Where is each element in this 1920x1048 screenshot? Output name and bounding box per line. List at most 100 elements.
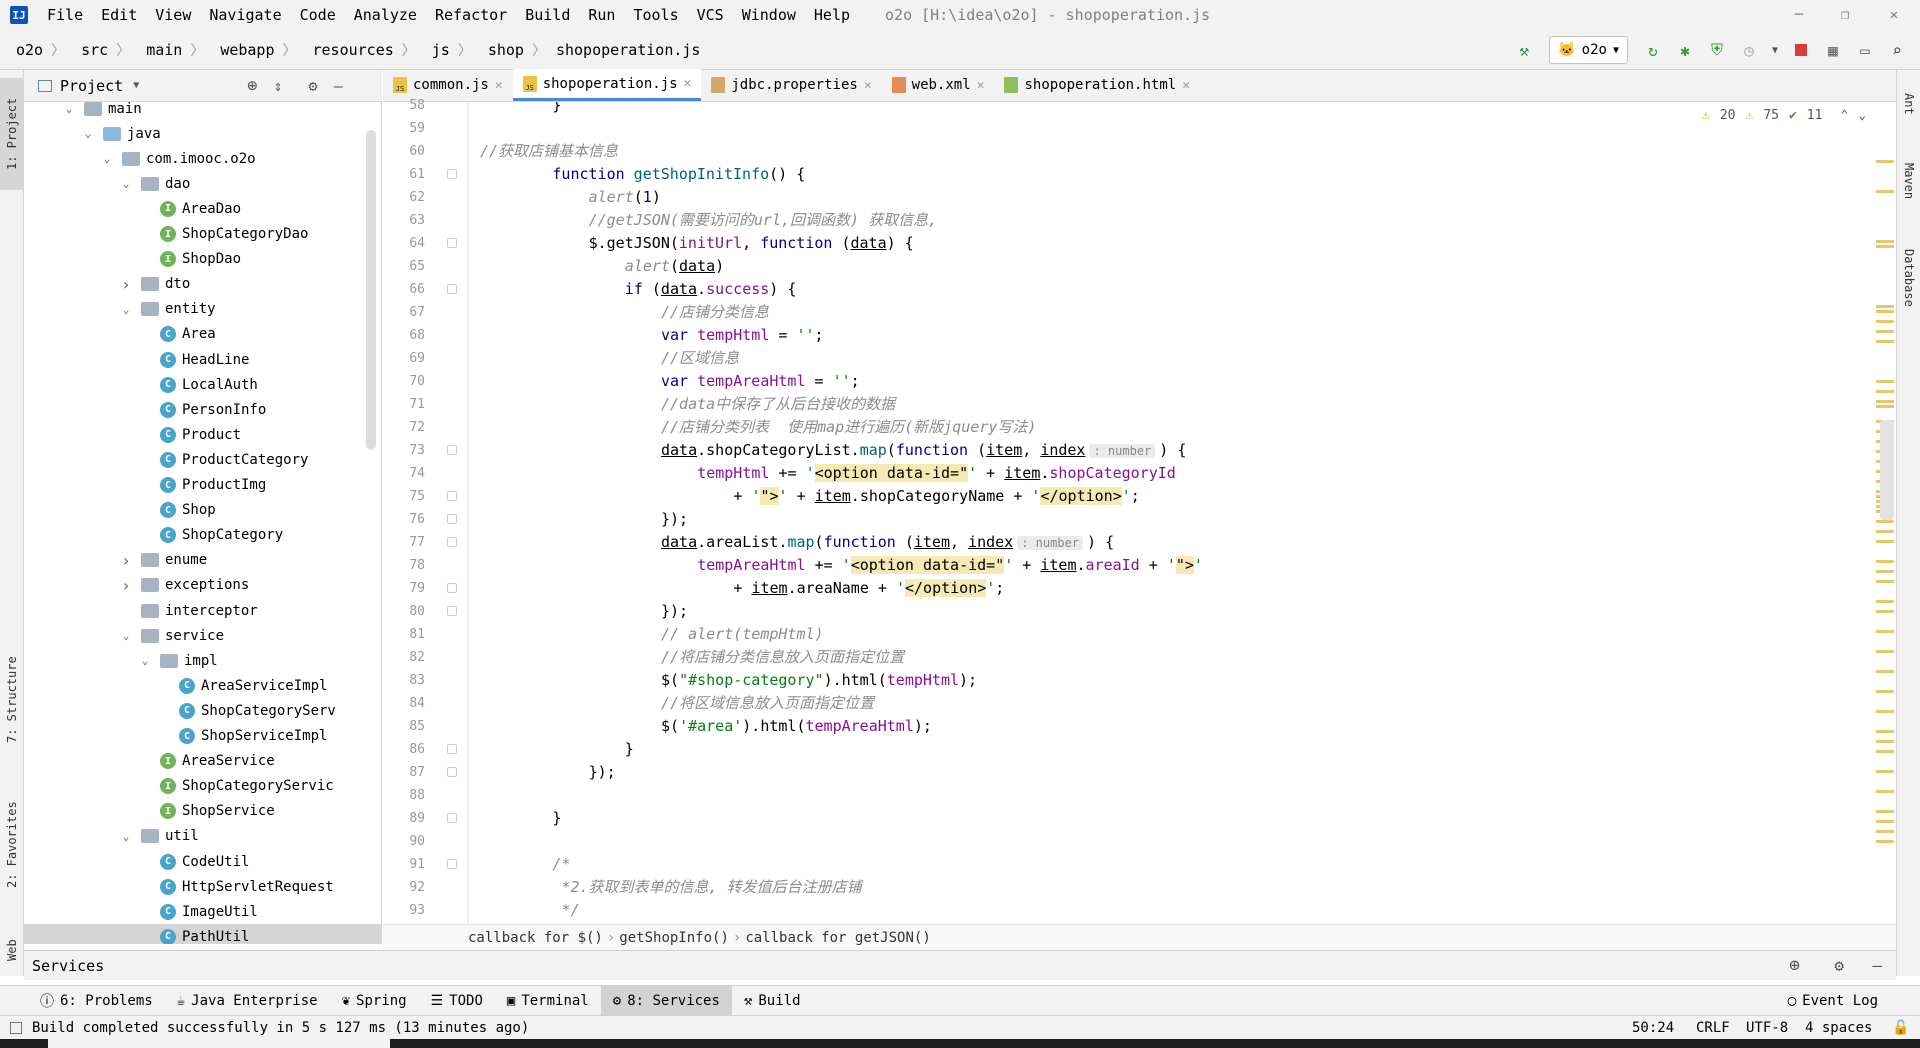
- hide-panel-icon[interactable]: —: [334, 77, 343, 95]
- editor-tab[interactable]: jdbc.properties ✕: [701, 69, 881, 101]
- error-stripe-mark[interactable]: [1876, 600, 1894, 603]
- fold-marker-icon[interactable]: [447, 514, 457, 524]
- error-stripe-mark[interactable]: [1876, 560, 1894, 563]
- error-stripe-mark[interactable]: [1876, 570, 1894, 573]
- editor-breadcrumb-item[interactable]: callback for getJSON(): [745, 930, 930, 946]
- breadcrumb-item[interactable]: shop: [472, 41, 524, 59]
- breadcrumb-item[interactable]: js: [416, 41, 450, 59]
- tree-item[interactable]: I ShopCategoryDao: [138, 222, 308, 247]
- close-tab-icon[interactable]: ✕: [977, 78, 985, 93]
- menu-item-analyze[interactable]: Analyze: [345, 6, 426, 24]
- error-stripe-mark[interactable]: [1876, 710, 1894, 713]
- inspection-widget[interactable]: ⚠ 20 ⚠ 75 ✔ 11 ⌃ ⌄: [1668, 102, 1896, 128]
- tree-item[interactable]: ⌄ com.imooc.o2o: [100, 146, 256, 171]
- error-stripe-mark[interactable]: [1876, 245, 1894, 248]
- code-editor[interactable]: }//获取店铺基本信息 function getShopInitInfo() {a…: [468, 102, 1668, 924]
- chevron-right-icon[interactable]: ›: [119, 576, 133, 595]
- previous-highlight-icon[interactable]: ⌃: [1840, 108, 1848, 123]
- caret-position[interactable]: 50:24: [1632, 1020, 1674, 1036]
- error-stripe-mark[interactable]: [1876, 840, 1894, 843]
- editor-breadcrumb-item[interactable]: callback for $(): [468, 930, 603, 946]
- project-tool-tab[interactable]: 1: Project: [0, 78, 24, 190]
- breadcrumb-item[interactable]: o2o: [0, 41, 43, 59]
- event-log-button[interactable]: ◯ Event Log: [1776, 986, 1890, 1016]
- next-highlight-icon[interactable]: ⌄: [1858, 108, 1866, 123]
- tree-item[interactable]: C Product: [138, 422, 241, 447]
- menu-item-code[interactable]: Code: [291, 6, 345, 24]
- error-stripe-mark[interactable]: [1876, 305, 1894, 308]
- menu-item-file[interactable]: File: [38, 6, 92, 24]
- error-stripe-mark[interactable]: [1876, 240, 1894, 243]
- menu-item-run[interactable]: Run: [579, 6, 624, 24]
- close-tab-icon[interactable]: ✕: [684, 76, 692, 91]
- build-hammer-icon[interactable]: ⚒: [1511, 37, 1537, 63]
- project-view-chevron-icon[interactable]: ▼: [133, 80, 139, 91]
- chevron-down-icon[interactable]: ⌄: [62, 102, 76, 115]
- error-stripe-mark[interactable]: [1876, 670, 1894, 673]
- breadcrumb-item[interactable]: shopoperation.js: [546, 41, 701, 59]
- database-tool-tab[interactable]: Database: [1897, 230, 1920, 326]
- tree-item[interactable]: ⌄ dao: [119, 171, 191, 196]
- fold-marker-icon[interactable]: [447, 537, 457, 547]
- error-stripe-mark[interactable]: [1876, 790, 1894, 793]
- error-stripe-mark[interactable]: [1876, 310, 1894, 313]
- tree-item[interactable]: C CodeUtil: [138, 849, 249, 874]
- error-stripe-mark[interactable]: [1876, 340, 1894, 343]
- menu-item-window[interactable]: Window: [733, 6, 805, 24]
- fold-marker-icon[interactable]: [447, 859, 457, 869]
- indent-setting[interactable]: 4 spaces: [1805, 1020, 1872, 1036]
- editor-tab[interactable]: JS shopoperation.js ✕: [512, 69, 702, 101]
- presentation-icon[interactable]: ▭: [1852, 37, 1878, 63]
- menu-item-build[interactable]: Build: [516, 6, 579, 24]
- error-stripe-mark[interactable]: [1876, 730, 1894, 733]
- error-stripe-mark[interactable]: [1876, 750, 1894, 753]
- tree-item[interactable]: ⌄ entity: [119, 297, 216, 322]
- status-message[interactable]: Build completed successfully in 5 s 127 …: [32, 1020, 529, 1036]
- error-stripe-mark[interactable]: [1876, 690, 1894, 693]
- profile-icon[interactable]: ◷: [1736, 37, 1762, 63]
- tree-item[interactable]: I ShopCategoryServic: [138, 774, 334, 799]
- chevron-down-icon[interactable]: ⌄: [138, 654, 152, 667]
- target-icon[interactable]: ⊕: [1789, 955, 1800, 976]
- coverage-icon[interactable]: ⛨: [1704, 37, 1730, 63]
- chevron-right-icon[interactable]: ›: [119, 551, 133, 570]
- toggle-tool-windows-icon[interactable]: [10, 1021, 22, 1034]
- error-stripe[interactable]: [1876, 130, 1894, 924]
- project-tree-scrollbar[interactable]: [366, 130, 376, 450]
- tree-item[interactable]: ⌄ java: [81, 121, 161, 146]
- tree-item[interactable]: C ProductCategory: [138, 447, 308, 472]
- project-panel-title[interactable]: Project: [60, 77, 123, 95]
- menu-item-vcs[interactable]: VCS: [688, 6, 733, 24]
- favorites-tool-tab[interactable]: 2: Favorites: [0, 790, 24, 900]
- tree-item[interactable]: I AreaDao: [138, 196, 241, 221]
- run-configuration-select[interactable]: 🐱 o2o ▼: [1549, 36, 1628, 64]
- breadcrumb-item[interactable]: resources: [297, 41, 394, 59]
- tool-window-button[interactable]: ⚙ 8: Services: [600, 985, 732, 1016]
- fold-marker-icon[interactable]: [447, 744, 457, 754]
- search-everywhere-icon[interactable]: ⌕: [1884, 37, 1910, 63]
- tree-item[interactable]: C PersonInfo: [138, 397, 266, 422]
- tree-item[interactable]: C Area: [138, 322, 216, 347]
- error-stripe-mark[interactable]: [1876, 770, 1894, 773]
- tree-item[interactable]: C ShopServiceImpl: [157, 724, 327, 749]
- error-stripe-mark[interactable]: [1876, 820, 1894, 823]
- tree-item[interactable]: ⌄ util: [119, 824, 199, 849]
- locate-file-icon[interactable]: ⊕: [247, 76, 257, 96]
- tree-item[interactable]: I ShopService: [138, 799, 275, 824]
- tree-item[interactable]: C ShopCategoryServ: [157, 698, 336, 723]
- fold-marker-icon[interactable]: [447, 238, 457, 248]
- editor-breadcrumb-item[interactable]: getShopInfo(): [619, 930, 729, 946]
- menu-item-navigate[interactable]: Navigate: [200, 6, 290, 24]
- ant-tool-tab[interactable]: Ant: [1897, 76, 1920, 132]
- tree-item[interactable]: › enume: [119, 548, 207, 573]
- error-stripe-mark[interactable]: [1876, 610, 1894, 613]
- breadcrumb-item[interactable]: src: [65, 41, 108, 59]
- fold-marker-icon[interactable]: [447, 284, 457, 294]
- gear-icon[interactable]: ⚙: [309, 77, 318, 95]
- menu-item-view[interactable]: View: [146, 6, 200, 24]
- fold-marker-icon[interactable]: [447, 491, 457, 501]
- services-gear-icon[interactable]: ⚙: [1834, 956, 1844, 975]
- tool-window-button[interactable]: ☕ Java Enterprise: [165, 986, 330, 1016]
- close-tab-icon[interactable]: ✕: [864, 78, 872, 93]
- tree-item[interactable]: C AreaServiceImpl: [157, 673, 327, 698]
